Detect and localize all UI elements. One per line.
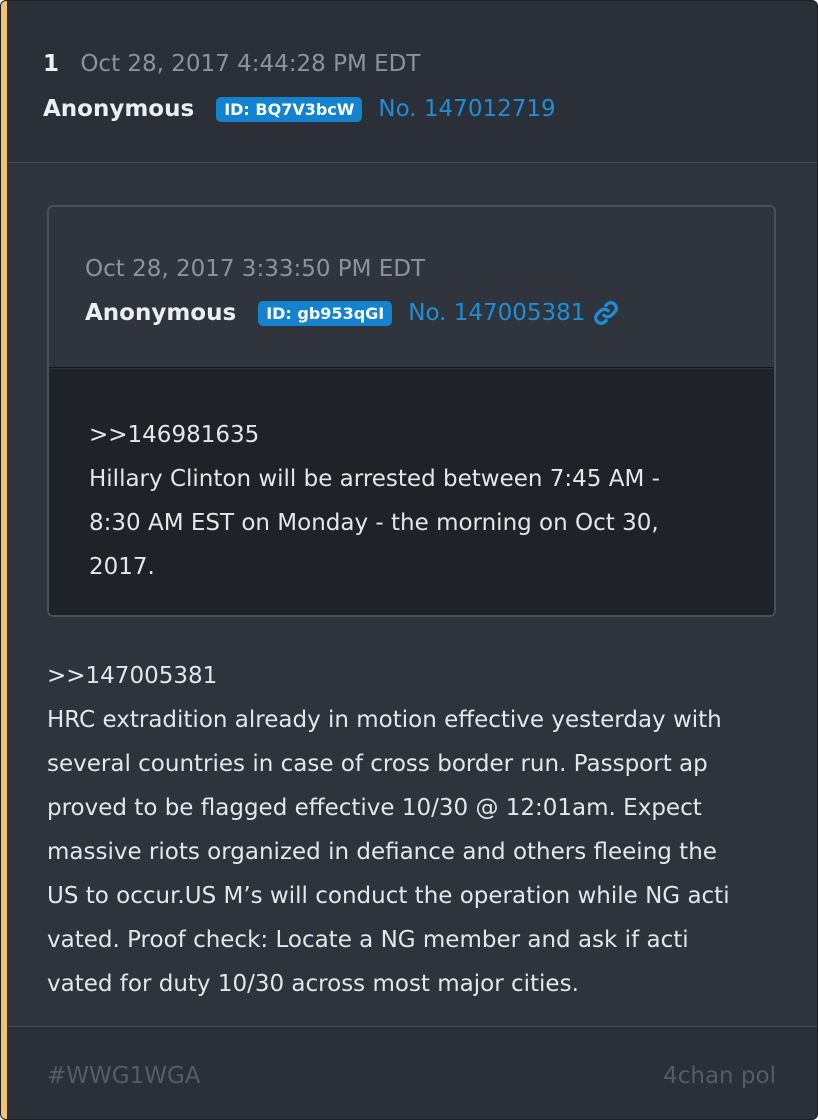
post-header: 1 Oct 28, 2017 4:44:28 PM EDT Anonymous …	[7, 1, 817, 163]
post-footer: #WWG1WGA 4chan pol	[7, 1026, 817, 1119]
post-id-badge[interactable]: ID: BQ7V3bcW	[216, 96, 363, 122]
post-body-text: >>147005381 HRC extradition already in m…	[47, 654, 777, 1006]
quote-reference-line[interactable]: >>146981635	[89, 413, 729, 457]
quoted-post-header: Oct 28, 2017 3:33:50 PM EDT Anonymous ID…	[49, 207, 774, 368]
quoted-post-author-line: Anonymous ID: gb953qGI No. 147005381	[85, 294, 619, 332]
body-text-line: proved to be flagged effective 10/30 @ 1…	[47, 795, 702, 821]
post-card: 1 Oct 28, 2017 4:44:28 PM EDT Anonymous …	[0, 0, 818, 1120]
quote-text-line: 8:30 AM EST on Monday - the morning on O…	[89, 510, 659, 536]
post-number: 1	[43, 51, 60, 77]
body-text-line: US to occur.US M’s will conduct the oper…	[47, 883, 730, 909]
quoted-post-timestamp: Oct 28, 2017 3:33:50 PM EDT	[85, 256, 426, 282]
body-reference-line[interactable]: >>147005381	[47, 654, 777, 698]
quote-text-line: 2017.	[89, 554, 155, 580]
post-author-line: Anonymous ID: BQ7V3bcW No. 147012719	[43, 90, 556, 128]
body-text-line: massive riots organized in defiance and …	[47, 839, 717, 865]
hashtag-label: #WWG1WGA	[47, 1063, 201, 1089]
post-number-link[interactable]: No. 147012719	[378, 96, 555, 122]
quoted-post-body: >>146981635 Hillary Clinton will be arre…	[49, 369, 774, 615]
post-author: Anonymous	[43, 96, 195, 122]
quoted-post-id-badge[interactable]: ID: gb953qGI	[258, 300, 393, 326]
body-text-line: vated for duty 10/30 across most major c…	[47, 971, 579, 997]
body-text-line: several countries in case of cross borde…	[47, 751, 708, 777]
quoted-post-text: >>146981635 Hillary Clinton will be arre…	[89, 413, 729, 589]
post-content: Oct 28, 2017 3:33:50 PM EDT Anonymous ID…	[7, 164, 817, 1026]
quoted-post-author: Anonymous	[85, 300, 237, 326]
link-icon[interactable]	[593, 300, 619, 326]
quoted-post-number-link[interactable]: No. 147005381	[408, 300, 585, 326]
post-timestamp: Oct 28, 2017 4:44:28 PM EDT	[80, 51, 421, 77]
body-text-line: HRC extradition already in motion effect…	[47, 707, 722, 733]
source-label: 4chan pol	[663, 1063, 776, 1089]
post-meta-line: 1 Oct 28, 2017 4:44:28 PM EDT	[43, 47, 420, 81]
quoted-post: Oct 28, 2017 3:33:50 PM EDT Anonymous ID…	[47, 205, 776, 617]
quote-text-line: Hillary Clinton will be arrested between…	[89, 466, 660, 492]
body-text-line: vated. Proof check: Locate a NG member a…	[47, 927, 689, 953]
